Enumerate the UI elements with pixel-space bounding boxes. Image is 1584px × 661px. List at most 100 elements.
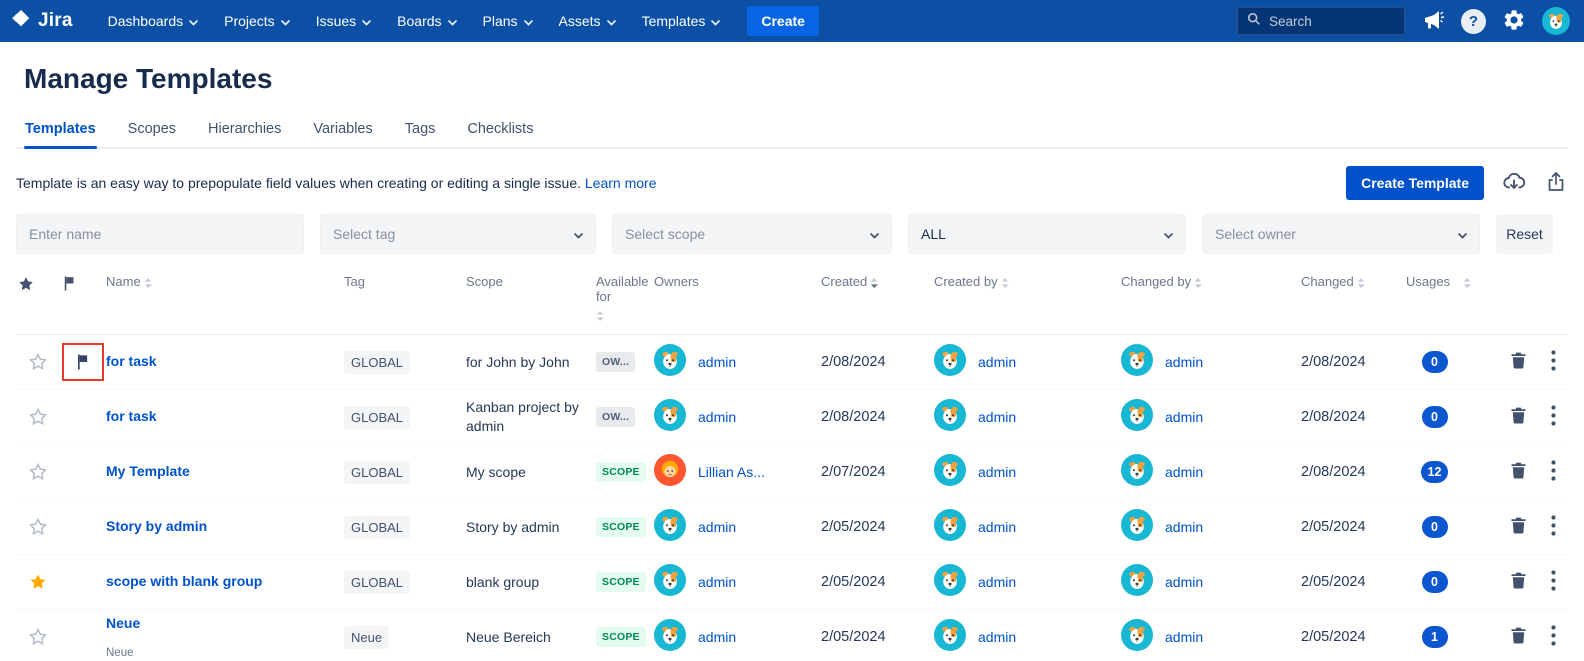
star-toggle[interactable]	[16, 626, 60, 648]
template-name-link[interactable]: for task	[106, 408, 157, 424]
more-actions-button[interactable]	[1551, 350, 1556, 374]
user-link[interactable]: admin	[698, 574, 736, 590]
star-toggle[interactable]	[16, 516, 60, 538]
user-link[interactable]: admin	[978, 409, 1016, 425]
user-avatar[interactable]	[1542, 7, 1570, 35]
tab-variables[interactable]: Variables	[312, 115, 373, 147]
template-name-link[interactable]: scope with blank group	[106, 573, 262, 589]
star-toggle[interactable]	[16, 571, 60, 593]
column-header-created[interactable]: Created	[821, 274, 934, 289]
user-link[interactable]: Lillian As...	[698, 464, 765, 480]
template-name-link[interactable]: for task	[106, 353, 157, 369]
flag-icon[interactable]	[60, 274, 79, 296]
user-link[interactable]: admin	[1165, 409, 1203, 425]
tag-cell: Neue	[344, 626, 466, 649]
trash-icon	[1508, 515, 1529, 539]
more-actions-button[interactable]	[1551, 515, 1556, 539]
more-actions-button[interactable]	[1551, 460, 1556, 484]
filter-tag-select[interactable]: Select tag	[320, 214, 596, 254]
filter-available-select[interactable]: ALL	[908, 214, 1186, 254]
user-link[interactable]: admin	[698, 354, 736, 370]
column-header-star[interactable]	[16, 274, 60, 297]
column-header-sort_extra[interactable]	[1463, 274, 1493, 289]
tab-templates[interactable]: Templates	[24, 115, 97, 147]
tab-tags[interactable]: Tags	[404, 115, 437, 147]
export-button[interactable]	[1544, 170, 1568, 197]
create-template-button[interactable]: Create Template	[1346, 166, 1484, 200]
tab-hierarchies[interactable]: Hierarchies	[207, 115, 282, 147]
column-header-name[interactable]: Name	[106, 274, 344, 289]
star-toggle[interactable]	[16, 461, 60, 483]
nav-item-issues[interactable]: Issues	[303, 0, 384, 42]
template-name-link[interactable]: Neue	[106, 615, 140, 631]
delete-button[interactable]	[1508, 625, 1529, 649]
dog-avatar-icon	[1121, 509, 1153, 541]
more-actions-button[interactable]	[1551, 405, 1556, 429]
user-link[interactable]: admin	[978, 574, 1016, 590]
delete-button[interactable]	[1508, 515, 1529, 539]
user-link[interactable]: admin	[978, 519, 1016, 535]
column-header-changed_by[interactable]: Changed by	[1121, 274, 1301, 289]
flag-toggle[interactable]	[60, 343, 106, 381]
template-name-link[interactable]: My Template	[106, 463, 190, 479]
user-link[interactable]: admin	[978, 464, 1016, 480]
sort-icon[interactable]	[1357, 277, 1365, 289]
create-button[interactable]: Create	[747, 6, 819, 36]
nav-item-plans[interactable]: Plans	[470, 0, 546, 42]
star-toggle[interactable]	[16, 351, 60, 373]
star-toggle[interactable]	[16, 406, 60, 428]
more-actions-button[interactable]	[1551, 625, 1556, 649]
nav-item-boards[interactable]: Boards	[384, 0, 469, 42]
import-button[interactable]	[1501, 169, 1527, 198]
owner-cell: admin	[654, 619, 821, 656]
user-link[interactable]: admin	[698, 519, 736, 535]
column-header-changed[interactable]: Changed	[1301, 274, 1406, 289]
sort-icon[interactable]	[1194, 277, 1202, 289]
filter-owner-select[interactable]: Select owner	[1202, 214, 1480, 254]
nav-item-assets[interactable]: Assets	[546, 0, 629, 42]
scope-cell: for John by John	[466, 353, 596, 372]
star-icon[interactable]	[16, 274, 36, 297]
sort-icon[interactable]	[870, 277, 878, 289]
column-header-available_for[interactable]: Available for	[596, 274, 654, 322]
usages-cell: 0	[1406, 351, 1463, 373]
delete-button[interactable]	[1508, 570, 1529, 594]
tab-scopes[interactable]: Scopes	[127, 115, 177, 147]
user-link[interactable]: admin	[698, 409, 736, 425]
more-actions-button[interactable]	[1551, 570, 1556, 594]
user-link[interactable]: admin	[698, 629, 736, 645]
user-link[interactable]: admin	[978, 354, 1016, 370]
nav-item-templates[interactable]: Templates	[629, 0, 734, 42]
user-link[interactable]: admin	[1165, 574, 1203, 590]
sort-icon[interactable]	[596, 310, 604, 322]
delete-button[interactable]	[1508, 350, 1529, 374]
template-name-link[interactable]: Story by admin	[106, 518, 207, 534]
column-header-created_by[interactable]: Created by	[934, 274, 1121, 289]
tab-checklists[interactable]: Checklists	[466, 115, 534, 147]
delete-button[interactable]	[1508, 405, 1529, 429]
sort-icon[interactable]	[144, 277, 152, 289]
sort-icon[interactable]	[1001, 277, 1009, 289]
search-input[interactable]	[1269, 14, 1389, 29]
global-search[interactable]	[1237, 7, 1405, 35]
learn-more-link[interactable]: Learn more	[585, 175, 657, 191]
nav-item-projects[interactable]: Projects	[211, 0, 303, 42]
settings-button[interactable]	[1502, 8, 1526, 35]
row-actions	[1493, 350, 1568, 374]
user-link[interactable]: admin	[1165, 629, 1203, 645]
announcements-button[interactable]	[1421, 8, 1445, 35]
reset-button[interactable]: Reset	[1496, 214, 1553, 254]
jira-logo[interactable]: Jira	[10, 8, 73, 35]
column-header-flag[interactable]	[60, 274, 106, 296]
nav-item-dashboards[interactable]: Dashboards	[95, 0, 212, 42]
filter-name-input[interactable]	[29, 226, 291, 242]
user-link[interactable]: admin	[978, 629, 1016, 645]
chevron-down-icon	[870, 226, 879, 242]
sort-icon[interactable]	[1463, 277, 1471, 289]
help-button[interactable]: ?	[1461, 9, 1486, 34]
delete-button[interactable]	[1508, 460, 1529, 484]
user-link[interactable]: admin	[1165, 354, 1203, 370]
user-link[interactable]: admin	[1165, 464, 1203, 480]
user-link[interactable]: admin	[1165, 519, 1203, 535]
filter-scope-select[interactable]: Select scope	[612, 214, 892, 254]
